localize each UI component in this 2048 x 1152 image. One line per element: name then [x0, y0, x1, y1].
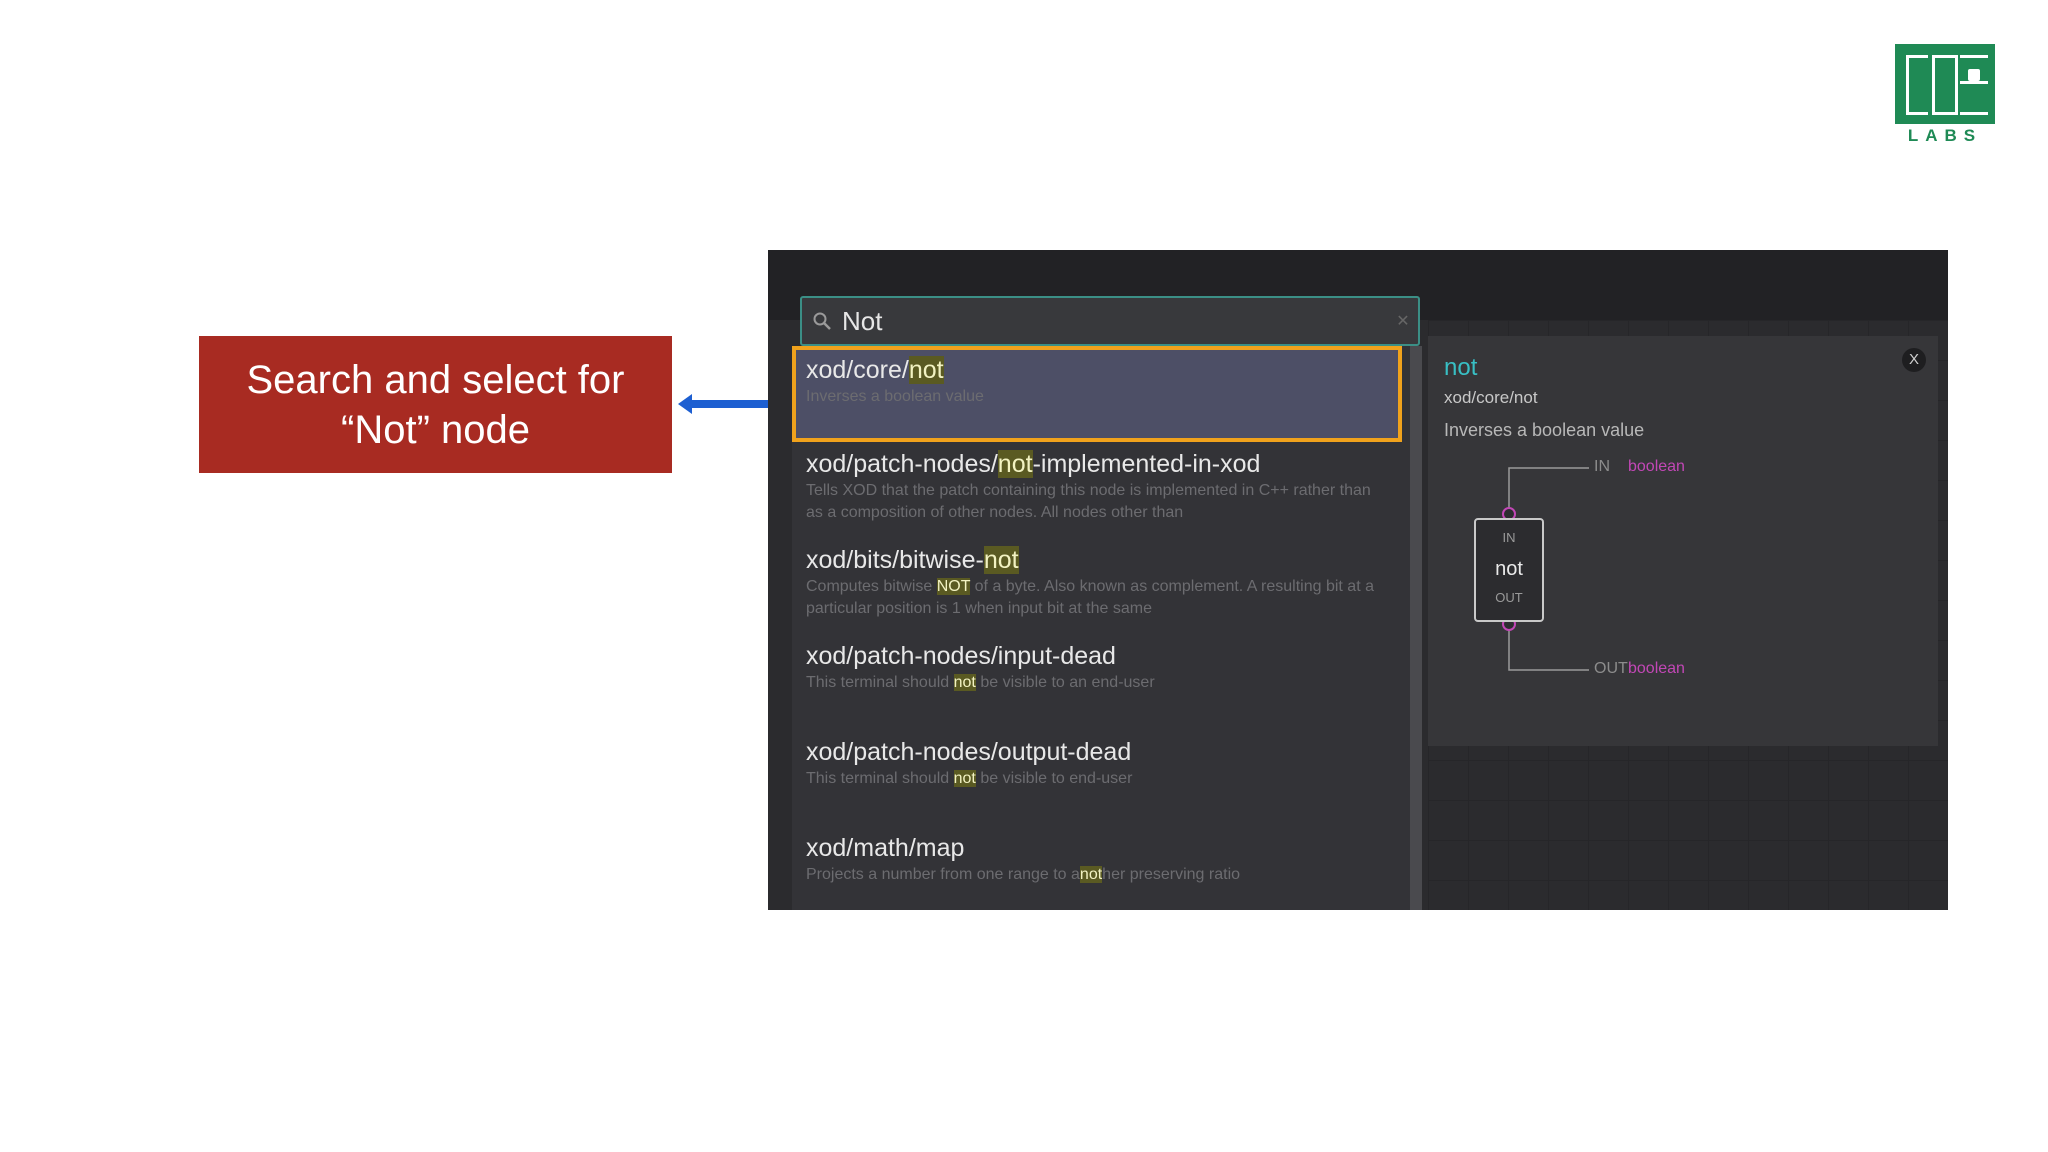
result-description-suffix: be visible to end-user: [975, 770, 1133, 787]
input-pin-label: IN: [1594, 458, 1610, 475]
callout-line-1: Search and select for: [246, 357, 625, 402]
result-title-match: not: [983, 546, 1019, 574]
result-description-match: not: [953, 674, 976, 691]
result-title-text: xod/patch-nodes/: [806, 450, 998, 478]
result-description-text: Inverses a boolean value: [806, 388, 984, 405]
input-pin-type: boolean: [1628, 458, 1685, 475]
node-preview-out: OUT: [1495, 590, 1523, 605]
node-info-panel: X not xod/core/not Inverses a boolean va…: [1428, 336, 1938, 746]
output-pin-type: boolean: [1628, 660, 1685, 677]
node-preview-name: not: [1495, 558, 1523, 580]
result-description-match: not: [953, 770, 976, 787]
logo-text: LABS: [1907, 126, 1983, 145]
clear-icon[interactable]: ✕: [1388, 311, 1418, 331]
xod-screenshot: ✕ xod/core/notInverses a boolean valuexo…: [768, 250, 1948, 910]
result-title-text: xod/bits/bitwise-: [806, 546, 984, 574]
search-result-item[interactable]: xod/bits/bitwise-not Computes bitwise NOT…: [792, 538, 1402, 634]
search-result-item[interactable]: xod/patch-nodes/input-dead This terminal …: [792, 634, 1402, 730]
node-preview: IN not OUT: [1474, 518, 1544, 622]
info-node-description: Inverses a boolean value: [1444, 420, 1645, 440]
result-title: xod/core/not: [806, 354, 1388, 386]
result-description-text: Computes bitwise: [806, 578, 937, 595]
result-description-text: This terminal should: [806, 770, 954, 787]
info-node-path: xod/core/not: [1444, 388, 1538, 407]
logo-mark: [1895, 44, 1995, 124]
node-search-bar[interactable]: ✕: [800, 296, 1420, 346]
result-description-text: This terminal should: [806, 674, 954, 691]
result-title: xod/patch-nodes/input-dead: [806, 640, 1388, 672]
result-title-suffix: -implemented-in-xod: [1032, 450, 1261, 478]
result-title: xod/patch-nodes/not-implemented-in-xod: [806, 448, 1388, 480]
results-viewport: xod/core/not Inverses a boolean value xod/…: [792, 346, 1402, 910]
result-description: Tells XOD that the patch containing this…: [806, 480, 1388, 524]
search-input[interactable]: [842, 305, 1388, 337]
search-result-item[interactable]: xod/math/map Projects a number from one r…: [792, 826, 1402, 910]
result-title-match: not: [997, 450, 1033, 478]
result-description-suffix: be visible to an end-user: [975, 674, 1155, 691]
output-pin-label: OUT: [1594, 660, 1628, 677]
result-description-match: NOT: [936, 578, 971, 595]
result-description-text: Tells XOD that the patch containing this…: [806, 482, 1371, 521]
result-description: This terminal should not be visible to a…: [806, 672, 1388, 694]
result-description-suffix: her preserving ratio: [1102, 866, 1241, 883]
results-scrollbar[interactable]: [1410, 346, 1422, 910]
result-title-text: xod/patch-nodes/input-dead: [806, 642, 1116, 670]
search-results-list: xod/core/not Inverses a boolean value xod/…: [792, 346, 1422, 910]
result-title: xod/bits/bitwise-not: [806, 544, 1388, 576]
result-title: xod/math/map: [806, 832, 1388, 864]
result-description-match: not: [1079, 866, 1103, 883]
node-preview-in: IN: [1502, 530, 1516, 545]
result-title-match: not: [908, 356, 944, 384]
search-result-item[interactable]: xod/patch-nodes/output-dead This terminal…: [792, 730, 1402, 826]
instruction-callout: Search and select for “Not” node: [199, 336, 672, 473]
search-icon: [802, 311, 842, 331]
result-title-text: xod/math/map: [806, 834, 965, 862]
info-node-name: not: [1444, 354, 1478, 381]
search-result-item[interactable]: xod/patch-nodes/not-implemented-in-xod Te…: [792, 442, 1402, 538]
result-title-text: xod/patch-nodes/output-dead: [806, 738, 1132, 766]
result-title: xod/patch-nodes/output-dead: [806, 736, 1388, 768]
result-title-text: xod/core/: [806, 356, 909, 384]
result-description: Projects a number from one range to anot…: [806, 864, 1388, 886]
node-pin-diagram: IN boolean IN not OUT OUT boolean: [1444, 456, 1744, 686]
callout-line-2: “Not” node: [341, 407, 530, 452]
close-icon[interactable]: X: [1902, 348, 1926, 372]
result-description: Computes bitwise NOT of a byte. Also kno…: [806, 576, 1388, 620]
result-description: Inverses a boolean value: [806, 386, 1388, 408]
result-description: This terminal should not be visible to e…: [806, 768, 1388, 790]
tcs-labs-logo: LABS: [1895, 44, 2003, 148]
result-description-text: Projects a number from one range to a: [806, 866, 1080, 883]
search-result-item[interactable]: xod/core/not Inverses a boolean value: [792, 346, 1402, 442]
